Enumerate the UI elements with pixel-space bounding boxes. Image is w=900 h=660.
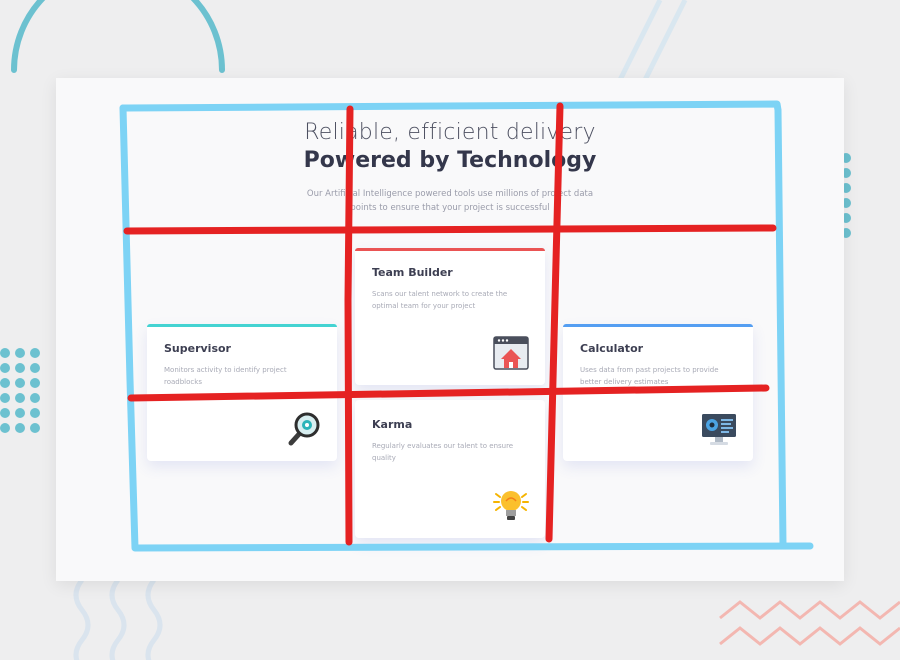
- card-accent-bar: [355, 248, 545, 251]
- card-accent-bar: [147, 324, 337, 327]
- card-description: Monitors activity to identify project ro…: [164, 366, 287, 386]
- card-title: Karma: [372, 418, 413, 431]
- card-description: Regularly evaluates our talent to ensure…: [372, 442, 514, 462]
- header-subtitle: Our Artificial Intelligence powered tool…: [306, 189, 594, 213]
- dot-grid-decoration-left: [0, 348, 40, 433]
- card-calculator: Calculator Uses data from past projects …: [563, 324, 753, 461]
- arc-decoration: [11, 0, 225, 73]
- team-builder-icon: [493, 336, 529, 370]
- card-accent-bar: [563, 324, 753, 327]
- computer-icon: [702, 414, 736, 445]
- magnifier-icon: [288, 412, 320, 446]
- card-title: Team Builder: [372, 266, 453, 279]
- card-title: Supervisor: [164, 342, 231, 355]
- zigzag-decoration: [719, 600, 900, 646]
- diagonal-lines-decoration: [617, 0, 688, 82]
- card-karma: Karma Regularly evaluates our talent to …: [355, 400, 545, 538]
- lightbulb-icon: [493, 491, 529, 520]
- wavy-lines-decoration: [73, 580, 163, 660]
- card-description: Uses data from past projects to provide …: [580, 366, 719, 386]
- card-supervisor: Supervisor Monitors activity to identify…: [147, 324, 337, 461]
- card-team-builder: Team Builder Scans our talent network to…: [355, 248, 545, 385]
- headline-bold: Powered by Technology: [303, 148, 597, 173]
- card-title: Calculator: [580, 342, 644, 355]
- card-description: Scans our talent network to create the o…: [372, 290, 508, 310]
- headline-light: Reliable, efficient delivery: [304, 120, 596, 145]
